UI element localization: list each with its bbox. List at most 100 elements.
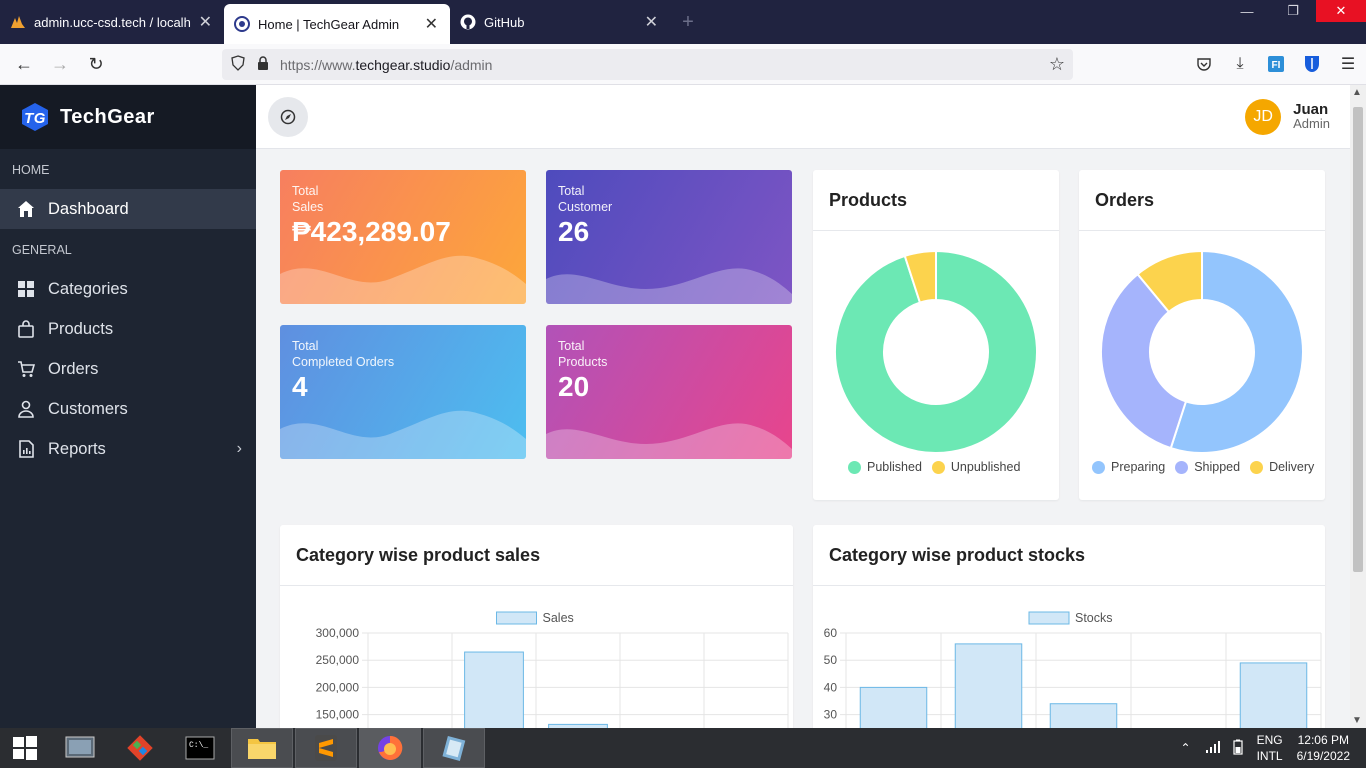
legend-item-preparing[interactable]: Preparing	[1092, 460, 1165, 474]
sales-bar-chart: Sales 300,000 250,000 200,000 150,000	[316, 611, 789, 728]
bar[interactable]	[464, 651, 524, 728]
sidebar-item-label: Categories	[48, 279, 128, 298]
home-icon	[16, 199, 36, 219]
window-close-icon[interactable]: ✕	[1316, 0, 1366, 22]
user-menu[interactable]: JD Juan Admin	[1245, 99, 1330, 135]
legend-item-published[interactable]: Published	[848, 460, 922, 474]
bar[interactable]	[1049, 703, 1118, 728]
lock-icon[interactable]	[256, 55, 270, 74]
orders-donut-chart	[1100, 249, 1304, 454]
browser-toolbar-right: ⤓ FI ☰	[1186, 48, 1366, 80]
restore-icon[interactable]: ❐	[1270, 0, 1316, 22]
sidebar-item-label: Dashboard	[48, 199, 129, 218]
sidebar-item-dashboard[interactable]: Dashboard	[0, 189, 256, 229]
y-tick-label: 200,000	[316, 680, 360, 694]
products-donut-chart	[834, 249, 1038, 454]
legend-label: Stocks	[1075, 611, 1113, 625]
y-tick-label: 30	[824, 708, 838, 722]
stat-card-total-sales: Total Sales ₱423,289.07	[280, 170, 526, 304]
git-icon[interactable]	[110, 728, 170, 768]
system-tray: ⌃ ENG INTL 12:06 PM 6/19/2022	[1181, 728, 1366, 768]
legend-item-delivery[interactable]: Delivery	[1250, 460, 1314, 474]
file-explorer-icon[interactable]	[231, 728, 293, 768]
shield-icon[interactable]	[230, 55, 246, 74]
legend-item-unpublished[interactable]: Unpublished	[931, 460, 1020, 474]
browser-tab-github[interactable]: GitHub ✕	[450, 0, 670, 44]
bar[interactable]	[859, 686, 928, 728]
legend-swatch[interactable]	[496, 611, 537, 625]
legend-swatch	[1175, 460, 1189, 474]
clock[interactable]: 12:06 PM 6/19/2022	[1297, 732, 1350, 764]
legend-item-shipped[interactable]: Shipped	[1175, 460, 1240, 474]
legend-swatch	[848, 460, 861, 474]
download-icon[interactable]: ⤓	[1222, 48, 1258, 80]
language-indicator[interactable]: ENG INTL	[1257, 732, 1283, 764]
browser-tab-phpmyadmin[interactable]: admin.ucc-csd.tech / localhost ✕	[0, 0, 224, 44]
close-icon[interactable]: ✕	[199, 12, 212, 32]
techgear-favicon	[234, 16, 250, 32]
sidebar-item-categories[interactable]: Categories	[0, 269, 256, 309]
main-content: JD Juan Admin Total Sales ₱423,289.07 Tot…	[256, 85, 1350, 728]
sidebar-item-customers[interactable]: Customers	[0, 389, 256, 429]
stocks-bar-chart: Stocks 60 50 40 30	[824, 611, 1322, 728]
legend-swatch	[1092, 460, 1105, 474]
battery-icon[interactable]	[1232, 739, 1243, 758]
brand[interactable]: TG TechGear	[0, 85, 256, 149]
menu-icon[interactable]: ☰	[1330, 48, 1366, 80]
reload-icon[interactable]: ↻	[78, 48, 114, 80]
scroll-down-icon[interactable]: ▼	[1352, 715, 1362, 726]
pocket-icon[interactable]	[1186, 48, 1222, 80]
sidebar-section-general: GENERAL	[12, 243, 72, 257]
browser-tab-techgear[interactable]: Home | TechGear Admin ✕	[224, 4, 450, 44]
stat-card-total-customer: Total Customer 26	[546, 170, 792, 304]
extension-fi-icon[interactable]: FI	[1258, 48, 1294, 80]
tab-title: Home | TechGear Admin	[258, 16, 400, 32]
bitwarden-icon[interactable]	[1294, 48, 1330, 80]
bar[interactable]	[1239, 662, 1308, 728]
stat-label: Total Completed Orders	[292, 339, 395, 369]
windows-start-icon[interactable]	[0, 728, 50, 768]
scrollbar-thumb[interactable]	[1353, 107, 1363, 572]
legend-swatch[interactable]	[1028, 611, 1070, 625]
bookmark-star-icon[interactable]: ☆	[1049, 54, 1065, 75]
firefox-icon[interactable]	[359, 728, 421, 768]
stat-card-total-products: Total Products 20	[546, 325, 792, 459]
wave-decoration	[280, 410, 526, 459]
terminal-icon[interactable]: C:\_	[170, 728, 230, 768]
close-icon[interactable]: ✕	[425, 14, 438, 34]
y-tick-label: 50	[824, 653, 838, 667]
url-text[interactable]: https://www.techgear.studio/admin	[280, 57, 492, 73]
scroll-up-icon[interactable]: ▲	[1352, 87, 1362, 98]
sidebar-toggle-button[interactable]	[268, 97, 308, 137]
panel-title: Orders	[1079, 170, 1325, 231]
sublime-text-icon[interactable]	[295, 728, 357, 768]
back-icon[interactable]: ←	[6, 48, 42, 80]
notepad-icon[interactable]	[423, 728, 485, 768]
app-root: TG TechGear HOME Dashboard GENERAL Categ…	[0, 85, 1366, 728]
wave-decoration	[280, 255, 526, 304]
stocks-chart-panel: Category wise product stocks Stocks 60 50 4…	[813, 525, 1325, 728]
panel-title: Products	[813, 170, 1059, 231]
sidebar-item-label: Customers	[48, 399, 128, 418]
products-legend: Published Unpublished	[848, 460, 1030, 474]
forward-icon[interactable]: →	[42, 48, 78, 80]
desktop-icon[interactable]	[50, 728, 110, 768]
sidebar: TG TechGear HOME Dashboard GENERAL Categ…	[0, 85, 256, 728]
wave-shape	[280, 255, 526, 304]
user-icon	[16, 399, 36, 419]
page-scrollbar[interactable]: ▲ ▼	[1350, 85, 1366, 728]
sidebar-item-orders[interactable]: Orders	[0, 349, 256, 389]
new-tab-icon[interactable]: +	[670, 0, 706, 44]
wave-shape	[546, 268, 792, 304]
sidebar-item-reports[interactable]: Reports ›	[0, 429, 256, 469]
bar[interactable]	[954, 643, 1023, 728]
url-bar[interactable]: https://www.techgear.studio/admin ☆	[222, 49, 1073, 80]
network-icon[interactable]	[1205, 740, 1221, 757]
legend-label: Shipped	[1194, 460, 1241, 474]
sidebar-item-label: Reports	[48, 439, 106, 458]
close-icon[interactable]: ✕	[645, 12, 658, 32]
sidebar-item-products[interactable]: Products	[0, 309, 256, 349]
minimize-icon[interactable]: —	[1224, 0, 1270, 22]
tray-overflow-icon[interactable]: ⌃	[1181, 741, 1191, 755]
cart-icon	[16, 359, 36, 379]
